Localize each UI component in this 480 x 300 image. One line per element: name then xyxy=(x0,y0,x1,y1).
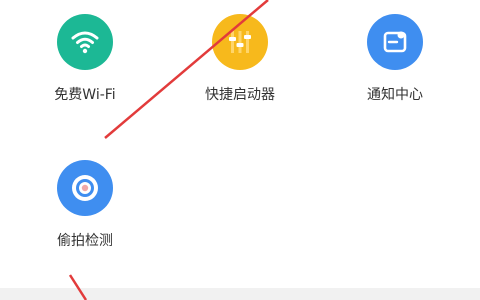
tool-label: 通知中心 xyxy=(367,87,423,103)
tool-free-wifi[interactable]: 免费Wi-Fi xyxy=(25,14,145,104)
tool-label: 快捷启动器 xyxy=(205,87,275,103)
tool-notification-center[interactable]: 通知中心 xyxy=(335,14,455,104)
tool-label: 免费Wi-Fi xyxy=(54,87,116,103)
notification-icon-circle xyxy=(367,14,423,70)
wifi-icon xyxy=(71,31,99,54)
wifi-icon-circle xyxy=(57,14,113,70)
camera-icon-circle xyxy=(57,160,113,216)
notification-card-icon xyxy=(383,31,407,53)
tool-quick-launcher[interactable]: 快捷启动器 xyxy=(180,14,300,104)
camera-lens-icon xyxy=(72,175,98,201)
bottom-bar xyxy=(0,288,480,300)
launcher-icon-circle xyxy=(212,14,268,70)
tool-hidden-camera-detection[interactable]: 偷拍检测 xyxy=(25,160,145,250)
launcher-sliders-icon xyxy=(229,31,251,53)
tool-label: 偷拍检测 xyxy=(57,233,113,249)
